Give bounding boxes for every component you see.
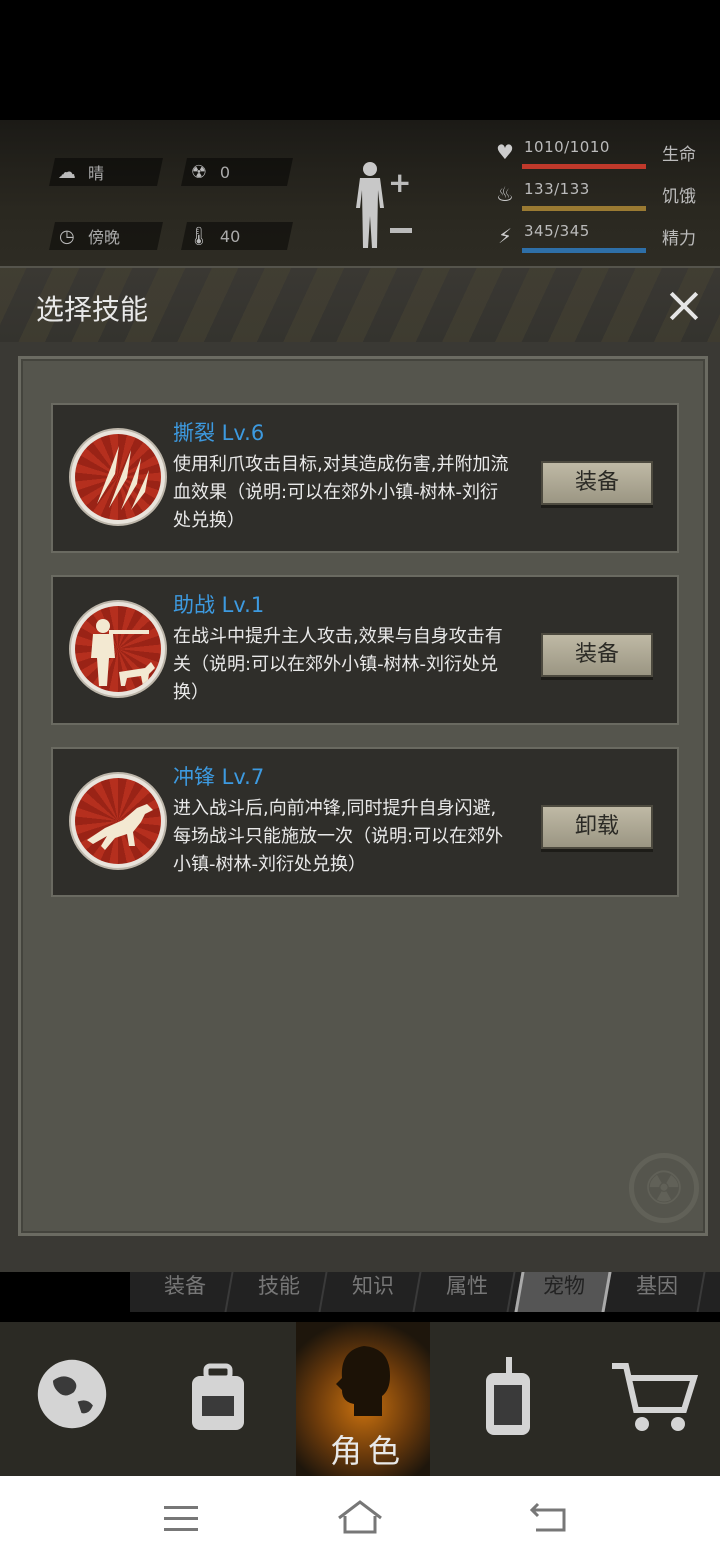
- character-head-icon: [336, 1346, 390, 1416]
- temperature-value: 40: [220, 226, 241, 246]
- skill-description: 在战斗中提升主人攻击,效果与自身攻击有关（说明:可以在郊外小镇-树林-刘衍处兑换…: [173, 626, 503, 703]
- radiation-icon: ☢: [190, 161, 208, 183]
- backpack-icon: [192, 1363, 244, 1430]
- energy-label: 精力: [662, 229, 696, 249]
- status-area: ☁ 晴 ☢ 0 ◷ 傍晚 🌡 40 + ♥ 1010/1010 生命 ♨ 133…: [0, 120, 720, 270]
- hunger-fill: [522, 206, 646, 211]
- skill-list-panel: 撕裂 Lv.6 使用利爪攻击目标,对其造成伤害,并附加流血效果（说明:可以在郊外…: [18, 356, 708, 1236]
- energy-icon: ⚡: [497, 224, 513, 248]
- tab-skills[interactable]: 技能: [230, 1272, 328, 1312]
- menu-icon[interactable]: [156, 1496, 206, 1540]
- tab-genes[interactable]: 基因: [608, 1272, 706, 1312]
- tab-pets[interactable]: 宠物: [514, 1272, 612, 1312]
- time-label: 傍晚: [88, 228, 121, 247]
- energy-bar: ⚡ 345/345 精力: [484, 220, 720, 260]
- health-bar: ♥ 1010/1010 生命: [484, 136, 720, 176]
- nav-shop[interactable]: [580, 1322, 720, 1476]
- walkie-talkie-icon: [486, 1357, 530, 1435]
- tab-knowledge[interactable]: 知识: [324, 1272, 422, 1312]
- skill-name: 助战 Lv.1: [173, 593, 265, 617]
- charging-dog-icon: [69, 764, 167, 878]
- minus-icon[interactable]: [390, 228, 412, 233]
- body-figure-icon[interactable]: [350, 160, 390, 252]
- hunger-label: 饥饿: [662, 187, 696, 207]
- tab-equipment[interactable]: 装备: [136, 1272, 234, 1312]
- modal-header: 选择技能: [0, 268, 720, 342]
- health-value: 1010/1010: [524, 138, 610, 156]
- claw-icon: [69, 420, 167, 534]
- weather-chip: ☁ 晴: [49, 158, 163, 186]
- hunter-dog-icon: [69, 592, 167, 706]
- sub-tab-bar: 装备 技能 知识 属性 宠物 基因: [130, 1272, 720, 1312]
- unequip-button[interactable]: 卸载: [541, 805, 653, 849]
- skill-name: 撕裂 Lv.6: [173, 421, 265, 445]
- skill-card-assist: 助战 Lv.1 在战斗中提升主人攻击,效果与自身攻击有关（说明:可以在郊外小镇-…: [51, 575, 679, 725]
- nav-character[interactable]: 角色: [296, 1322, 430, 1476]
- home-icon[interactable]: [335, 1496, 385, 1540]
- back-icon[interactable]: [522, 1496, 572, 1540]
- radiation-value: 0: [220, 162, 231, 182]
- health-label: 生命: [662, 145, 696, 165]
- bottom-nav: 角色: [0, 1322, 720, 1476]
- plus-icon[interactable]: +: [388, 166, 411, 199]
- clock-icon: ◷: [59, 225, 75, 247]
- globe-icon: [37, 1359, 107, 1429]
- equip-button[interactable]: 装备: [541, 633, 653, 677]
- system-nav-bar: [0, 1476, 720, 1560]
- tab-attributes[interactable]: 属性: [418, 1272, 516, 1312]
- radiation-chip: ☢ 0: [181, 158, 293, 186]
- energy-fill: [522, 248, 646, 253]
- hunger-bar: ♨ 133/133 饥饿: [484, 178, 720, 218]
- nav-radio[interactable]: [436, 1322, 580, 1476]
- nav-character-label: 角色: [329, 1432, 406, 1470]
- weather-label: 晴: [88, 164, 105, 183]
- skill-name: 冲锋 Lv.7: [173, 765, 265, 789]
- time-chip: ◷ 傍晚: [49, 222, 163, 250]
- nav-world[interactable]: [0, 1322, 144, 1476]
- modal-title: 选择技能: [36, 293, 149, 326]
- temperature-chip: 🌡 40: [181, 222, 293, 250]
- close-button[interactable]: [664, 286, 704, 326]
- energy-value: 345/345: [524, 222, 590, 240]
- radiation-watermark-icon: [629, 1153, 699, 1223]
- nav-inventory[interactable]: [144, 1322, 288, 1476]
- thermometer-icon: 🌡: [187, 225, 211, 247]
- health-fill: [522, 164, 646, 169]
- skill-select-modal: 选择技能 撕裂 Lv.6 使用利爪攻击目标,对其造成伤害,并附加流血效果（说明:…: [0, 266, 720, 1272]
- equip-button[interactable]: 装备: [541, 461, 653, 505]
- heart-icon: ♥: [496, 140, 514, 164]
- skill-description: 进入战斗后,向前冲锋,同时提升自身闪避,每场战斗只能施放一次（说明:可以在郊外小…: [173, 798, 504, 875]
- top-bar: [0, 0, 720, 120]
- skill-card-tear: 撕裂 Lv.6 使用利爪攻击目标,对其造成伤害,并附加流血效果（说明:可以在郊外…: [51, 403, 679, 553]
- skill-card-charge: 冲锋 Lv.7 进入战斗后,向前冲锋,同时提升自身闪避,每场战斗只能施放一次（说…: [51, 747, 679, 897]
- cart-icon: [612, 1363, 698, 1431]
- cloud-sun-icon: ☁: [58, 161, 76, 183]
- stomach-icon: ♨: [496, 182, 514, 206]
- hunger-value: 133/133: [524, 180, 590, 198]
- skill-description: 使用利爪攻击目标,对其造成伤害,并附加流血效果（说明:可以在郊外小镇-树林-刘衍…: [173, 454, 509, 531]
